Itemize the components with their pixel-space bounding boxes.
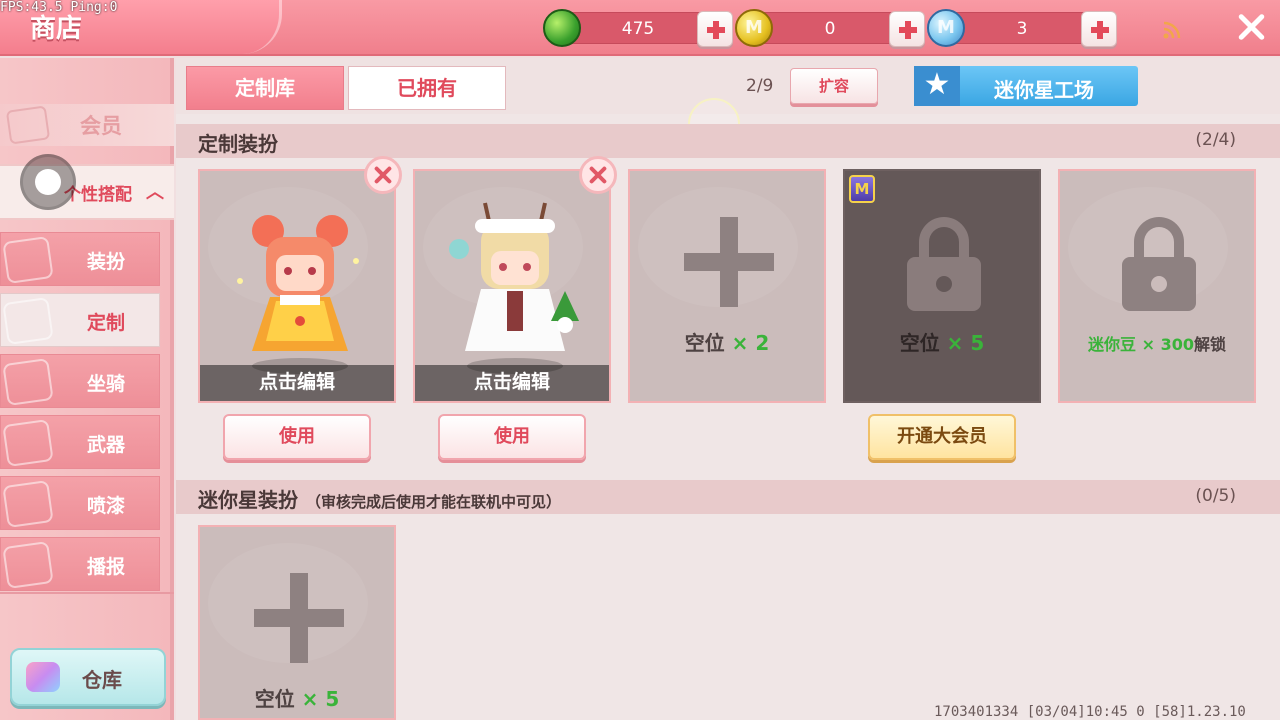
mini-star-workshop-button[interactable]: ★ 迷你星工场 — [914, 66, 1138, 106]
vip-badge-icon: M — [849, 175, 875, 203]
empty-slot-label: 空位 × 5 — [899, 331, 985, 355]
section-note: （审核完成后使用才能在联机中可见） — [306, 493, 562, 511]
sidebar-item-outfit[interactable]: 装扮 — [0, 232, 160, 286]
warehouse-icon — [26, 662, 60, 692]
tabs-bar: 定制库 已拥有 2/9 扩容 ★ 迷你星工场 — [176, 58, 1280, 150]
top-bar: 商店 FPS:43.5 Ping:0 475 M 0 M 3 — [0, 0, 1280, 56]
chevron-up-icon: ︿ — [146, 182, 164, 203]
shirt-icon — [2, 236, 54, 284]
edit-outfit-label: 点击编辑 — [200, 365, 394, 401]
sidebar-item-label: 会员 — [80, 114, 122, 138]
green-gem-icon — [543, 9, 581, 47]
tab-custom-library[interactable]: 定制库 — [186, 66, 344, 110]
lock-icon — [1122, 217, 1196, 311]
currency-amount: 0 — [824, 19, 836, 39]
sidebar-item-label: 武器 — [86, 434, 125, 456]
spray-can-icon — [2, 480, 54, 528]
blue-coin-icon: M — [927, 9, 965, 47]
character-white-outfit-image — [449, 202, 579, 374]
star-icon: ★ — [914, 66, 960, 106]
custom-slot-empty[interactable]: 空位 × 2 — [628, 169, 826, 403]
unlock-cost-label: 迷你豆 × 300解锁 — [1088, 335, 1226, 354]
broadcast-icon — [2, 541, 54, 589]
gold-coin-icon: M — [735, 9, 773, 47]
section-count: (0/5) — [1195, 486, 1236, 506]
close-icon[interactable] — [1234, 10, 1268, 44]
capacity-count: 2/9 — [746, 76, 774, 96]
mount-icon — [2, 358, 54, 406]
lock-icon — [907, 217, 981, 311]
empty-slot-label: 空位 × 5 — [254, 687, 340, 711]
custom-section-header: 定制装扮 (2/4) — [176, 124, 1280, 158]
character-orange-outfit-image — [237, 215, 359, 374]
star-slot-empty[interactable]: 空位 × 5 — [198, 525, 396, 720]
sidebar-item-weapon[interactable]: 武器 — [0, 415, 160, 469]
custom-slot-1[interactable]: 点击编辑 — [198, 169, 396, 403]
section-title: 迷你星装扮 （审核完成后使用才能在联机中可见） — [198, 488, 562, 512]
delete-slot-1-button[interactable] — [364, 156, 402, 194]
member-icon — [5, 105, 51, 145]
touch-indicator — [20, 154, 76, 210]
sidebar-item-label: 定制 — [86, 312, 125, 334]
tab-owned[interactable]: 已拥有 — [348, 66, 506, 110]
section-title: 定制装扮 — [198, 132, 278, 156]
sidebar-item-custom[interactable]: 定制 — [0, 293, 160, 347]
sidebar-item-mount[interactable]: 坐骑 — [0, 354, 160, 408]
custom-slot-bean-locked[interactable]: 迷你豆 × 300解锁 — [1058, 169, 1256, 403]
currency-amount: 475 — [621, 19, 655, 39]
add-gold-currency-button[interactable] — [889, 11, 925, 47]
sidebar-item-member[interactable]: 会员 — [0, 104, 174, 146]
sidebar-item-label: 装扮 — [86, 251, 125, 273]
workshop-label: 迷你星工场 — [994, 78, 1094, 102]
custom-slot-2[interactable]: 点击编辑 — [413, 169, 611, 403]
sidebar-item-spray[interactable]: 喷漆 — [0, 476, 160, 530]
add-green-currency-button[interactable] — [697, 11, 733, 47]
sidebar: 会员 个性搭配 ︿ 装扮 定制 坐骑 武器 喷漆 播报 仓库 — [0, 58, 174, 720]
section-count: (2/4) — [1195, 130, 1236, 150]
sidebar-item-label: 播报 — [86, 556, 125, 578]
sidebar-item-broadcast[interactable]: 播报 — [0, 537, 160, 591]
add-plus-icon — [684, 217, 774, 307]
custom-card-icon — [2, 297, 54, 345]
edit-outfit-label: 点击编辑 — [415, 365, 609, 401]
add-blue-currency-button[interactable] — [1081, 11, 1117, 47]
currency-amount: 3 — [1016, 19, 1028, 39]
activate-vip-button[interactable]: 开通大会员 — [868, 414, 1016, 460]
currency-blue: M 3 — [927, 9, 1117, 47]
signal-icon — [1163, 21, 1181, 39]
debug-info: 1703401334 [03/04]10:45 0 [58]1.23.10 — [934, 704, 1246, 720]
use-outfit-1-button[interactable]: 使用 — [223, 414, 371, 460]
empty-slot-label: 空位 × 2 — [684, 331, 770, 355]
gun-icon — [2, 419, 54, 467]
main-panel: 定制库 已拥有 2/9 扩容 ★ 迷你星工场 定制装扮 (2/4) 点击编辑 点… — [176, 58, 1280, 720]
warehouse-label: 仓库 — [82, 668, 122, 692]
warehouse-button[interactable]: 仓库 — [10, 648, 166, 706]
sidebar-divider — [0, 592, 174, 594]
custom-slot-vip-locked[interactable]: M 空位 × 5 — [843, 169, 1041, 403]
add-plus-icon — [254, 573, 344, 663]
delete-slot-2-button[interactable] — [579, 156, 617, 194]
star-section-header: 迷你星装扮 （审核完成后使用才能在联机中可见） (0/5) — [176, 480, 1280, 514]
sidebar-item-label: 喷漆 — [86, 495, 125, 517]
sidebar-item-label: 坐骑 — [86, 373, 125, 395]
use-outfit-2-button[interactable]: 使用 — [438, 414, 586, 460]
expand-capacity-button[interactable]: 扩容 — [790, 68, 878, 104]
currency-green: 475 — [543, 9, 733, 47]
fps-readout: FPS:43.5 Ping:0 — [0, 0, 118, 15]
currency-gold: M 0 — [735, 9, 925, 47]
